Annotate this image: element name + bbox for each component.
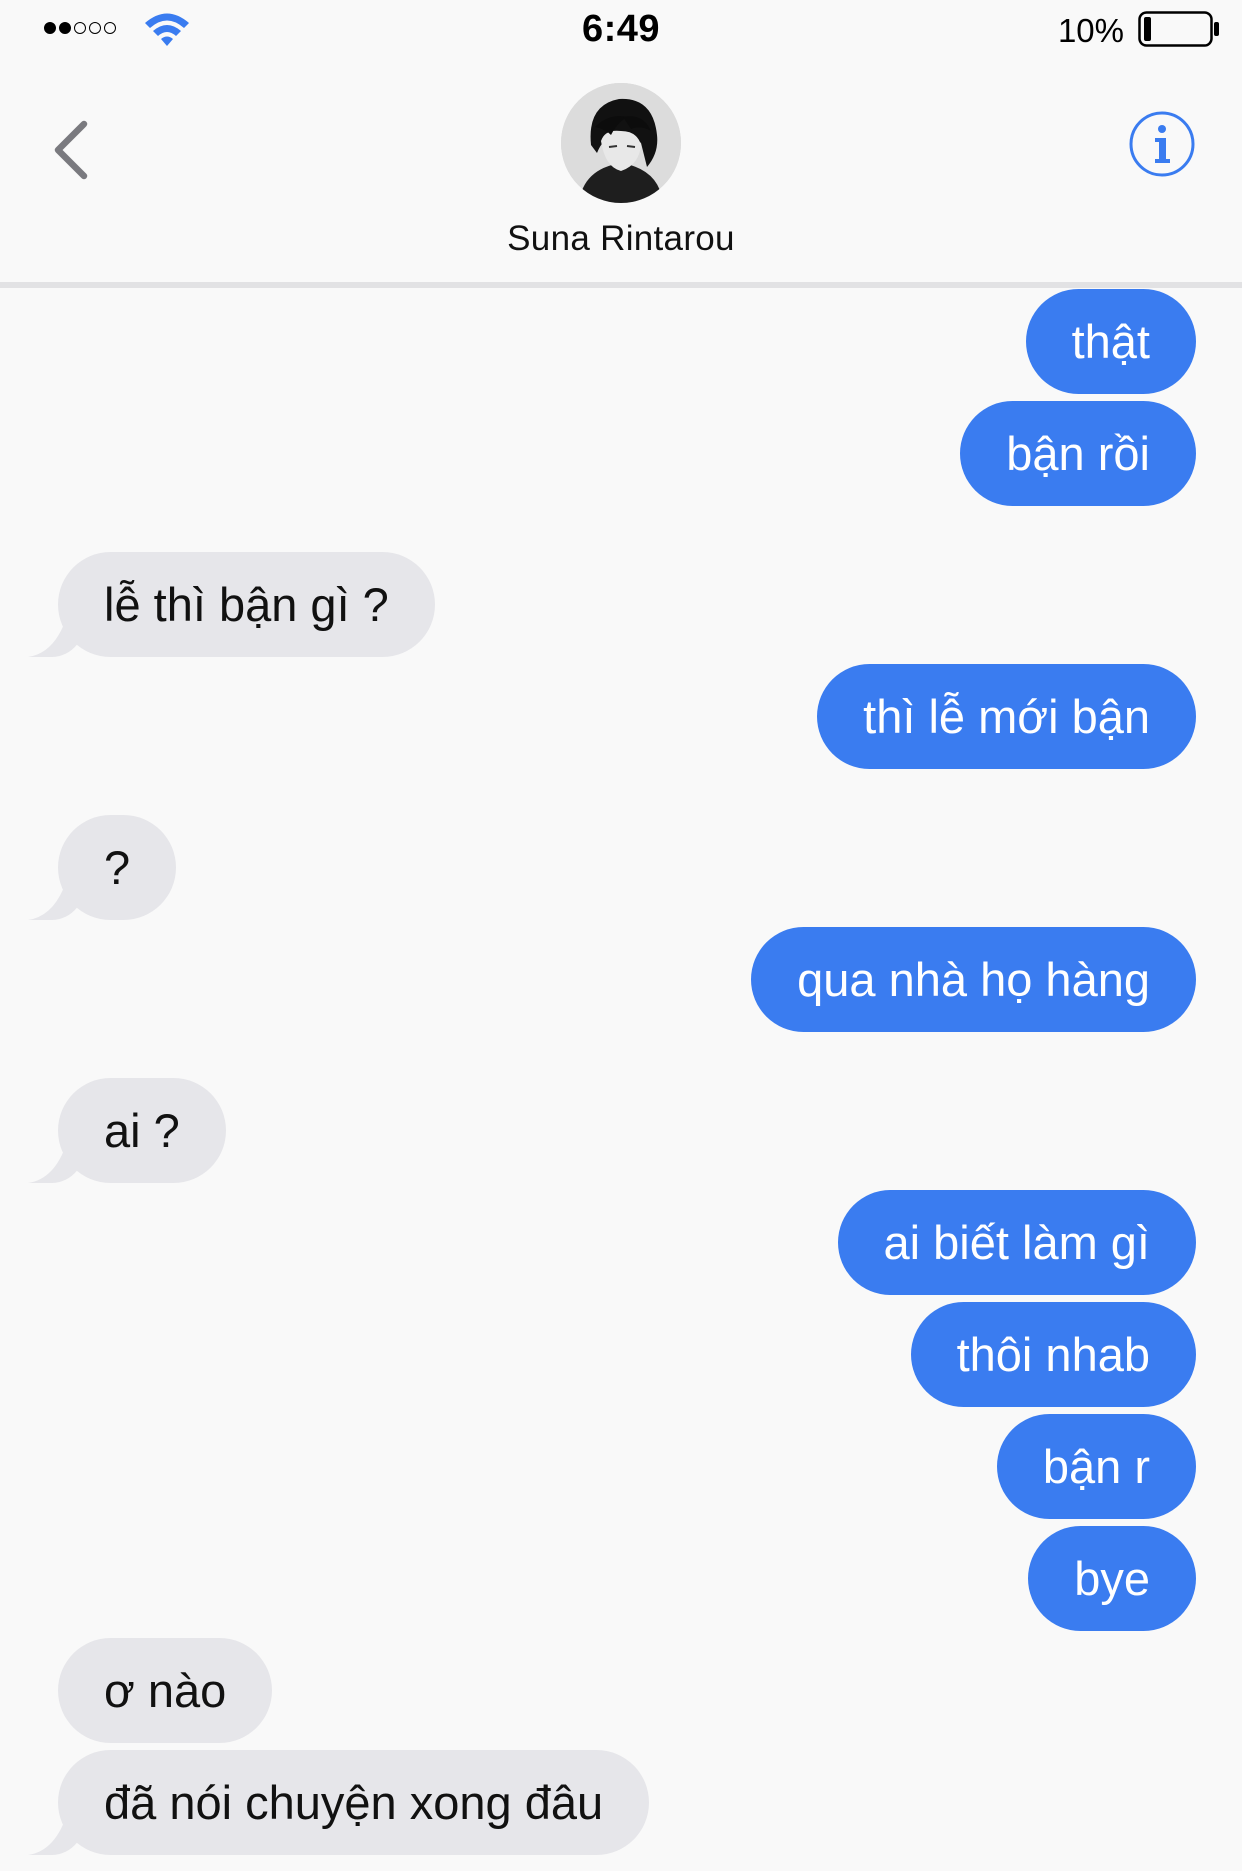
- battery-percent: 10%: [1057, 12, 1124, 49]
- info-icon[interactable]: [1128, 110, 1196, 178]
- received-message[interactable]: ?: [58, 815, 177, 920]
- sent-message[interactable]: thật: [1025, 289, 1196, 394]
- sent-message[interactable]: qua nhà họ hàng: [751, 927, 1196, 1032]
- conversation-header: Suna Rintarou: [0, 60, 1242, 283]
- sent-message[interactable]: bận rồi: [960, 401, 1196, 506]
- received-message[interactable]: lễ thì bận gì ?: [58, 552, 435, 657]
- status-time: 6:49: [581, 8, 661, 50]
- received-message[interactable]: đã nói chuyện xong đâu: [58, 1750, 650, 1855]
- sent-message[interactable]: thôi nhab: [910, 1302, 1196, 1407]
- received-message[interactable]: ơ nào: [58, 1638, 273, 1743]
- avatar[interactable]: [561, 83, 681, 203]
- sent-message[interactable]: bye: [1028, 1526, 1196, 1631]
- sent-message[interactable]: ai biết làm gì: [837, 1190, 1196, 1295]
- chevron-left-icon[interactable]: [48, 110, 108, 190]
- status-bar: 6:49 10%: [0, 0, 1242, 60]
- battery-icon: [1138, 11, 1219, 47]
- received-message[interactable]: ai ?: [58, 1078, 226, 1183]
- avatar-image: [561, 83, 681, 203]
- contact-name[interactable]: Suna Rintarou: [0, 219, 1242, 259]
- message-thread[interactable]: thật bận rồi lễ thì bận gì ? thì lễ mới …: [0, 288, 1242, 1871]
- sent-message[interactable]: bận r: [996, 1414, 1196, 1519]
- sent-message[interactable]: thì lễ mới bận: [817, 664, 1196, 769]
